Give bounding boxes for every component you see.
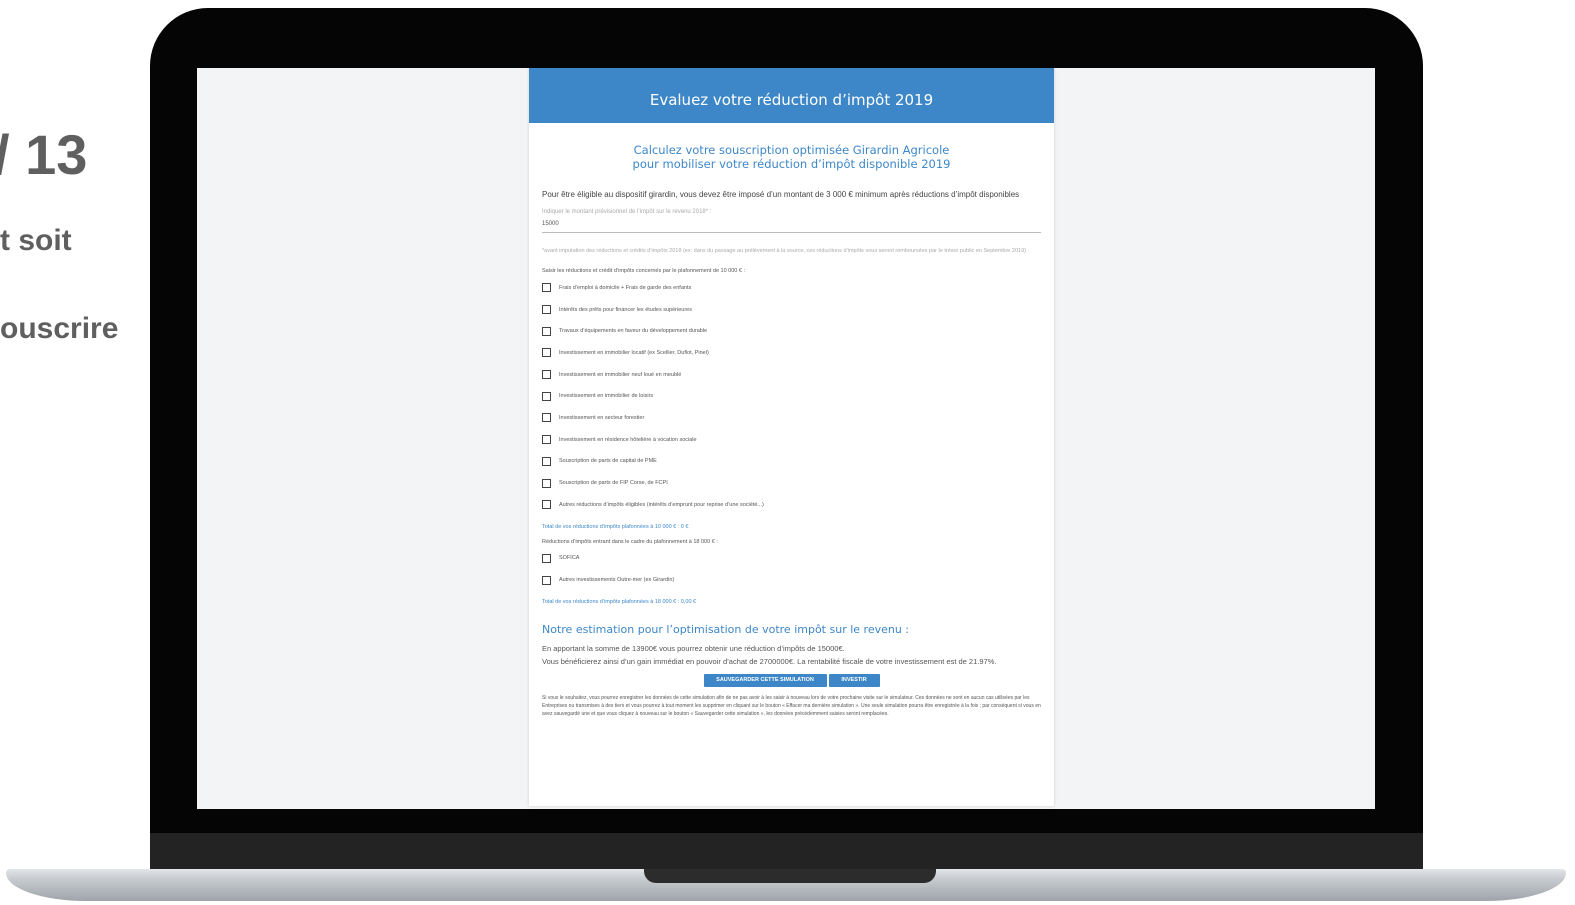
action-buttons: SAUVEGARDER CETTE SIMULATION INVESTIR <box>542 673 1041 687</box>
checkbox-row[interactable]: Souscription de parts de FIP Corse, de F… <box>542 472 1041 494</box>
checkbox[interactable] <box>542 326 551 336</box>
checkbox-row[interactable]: Investissement en résidence hôtelière à … <box>542 429 1041 451</box>
checkbox[interactable] <box>542 478 551 488</box>
checkbox[interactable] <box>542 500 551 510</box>
checkbox-label: Intérêts des prêts pour financer les étu… <box>559 306 692 313</box>
slide-page-number: / 13 <box>0 123 88 186</box>
checkbox-row[interactable]: Travaux d’équipements en faveur du dével… <box>542 320 1041 342</box>
slide-text-line-1: t soit <box>0 224 72 257</box>
checkbox-row[interactable]: Investissement en immobilier locatif (ex… <box>542 342 1041 364</box>
estimate-title: Notre estimation pour l’optimisation de … <box>542 622 910 636</box>
checkbox-label: Autres réductions d’impôts éligibles (in… <box>559 501 764 508</box>
invest-button[interactable]: INVESTIR <box>828 673 880 687</box>
checkbox-label: Investissement en secteur forestier <box>559 414 645 421</box>
checkbox[interactable] <box>542 413 551 423</box>
estimate-result: En apportant la somme de 13900€ vous pou… <box>542 642 1041 668</box>
checkbox[interactable] <box>542 348 551 358</box>
ceiling-18000-label: Réductions d’impôts entrant dans le cadr… <box>542 538 718 545</box>
checkbox-list-18000: SOFICA Autres investissements Outre-mer … <box>542 548 1041 591</box>
checkbox-row[interactable]: Investissement en secteur forestier <box>542 407 1041 429</box>
eligibility-text: Pour être éligible au dispositif girardi… <box>542 190 1020 199</box>
tax-amount-label: Indiquer le montant prévisionnel de l’im… <box>542 209 712 215</box>
laptop-screen: Evaluez votre réduction d’impôt 2019 Cal… <box>197 68 1375 809</box>
checkbox-label: Investissement en résidence hôtelière à … <box>559 436 697 443</box>
checkbox[interactable] <box>542 575 551 585</box>
legal-notice: Si vous le souhaitez, vous pourrez enreg… <box>542 694 1041 717</box>
simulator-card: Evaluez votre réduction d’impôt 2019 Cal… <box>529 68 1054 806</box>
tax-note: *avant imputation des réductions et créd… <box>542 248 1026 254</box>
checkbox[interactable] <box>542 391 551 401</box>
checkbox[interactable] <box>542 305 551 315</box>
slide-text-line-2: ouscrire <box>0 312 119 345</box>
checkbox-row[interactable]: Frais d’emploi à domicile + Frais de gar… <box>542 277 1041 299</box>
checkbox-row[interactable]: Souscription de parts de capital de PME <box>542 451 1041 473</box>
checkbox-label: Souscription de parts de capital de PME <box>559 458 657 465</box>
laptop-bezel <box>150 833 1423 873</box>
subtitle-line-2: pour mobiliser votre réduction d’impôt d… <box>632 157 951 171</box>
total-10000: Total de vos réductions d’impôts plafonn… <box>542 523 689 530</box>
subtitle-line-1: Calculez votre souscription optimisée Gi… <box>633 143 950 157</box>
estimate-line-1: En apportant la somme de 13900€ vous pou… <box>542 643 845 653</box>
save-simulation-button[interactable]: SAUVEGARDER CETTE SIMULATION <box>703 673 827 687</box>
checkbox-row[interactable]: Intérêts des prêts pour financer les étu… <box>542 299 1041 321</box>
checkbox[interactable] <box>542 370 551 380</box>
checkbox-label: Investissement en immobilier neuf loué e… <box>559 371 682 378</box>
checkbox-label: Travaux d’équipements en faveur du dével… <box>559 328 708 335</box>
checkbox-label: Frais d’emploi à domicile + Frais de gar… <box>559 284 692 291</box>
checkbox-label: Investissement en immobilier de loisirs <box>559 393 654 400</box>
simulator-body: Calculez votre souscription optimisée Gi… <box>529 143 1054 809</box>
laptop-notch <box>644 869 936 883</box>
ceiling-10000-label: Saisir les réductions et crédit d’impôts… <box>542 268 746 274</box>
checkbox[interactable] <box>542 435 551 445</box>
simulator-header: Evaluez votre réduction d’impôt 2019 <box>529 68 1054 123</box>
checkbox-row[interactable]: Investissement en immobilier neuf loué e… <box>542 364 1041 386</box>
checkbox-label: Souscription de parts de FIP Corse, de F… <box>559 480 668 487</box>
estimate-line-2: Vous bénéficierez ainsi d’un gain immédi… <box>542 656 997 666</box>
checkbox-label: Investissement en immobilier locatif (ex… <box>559 349 709 356</box>
total-18000: Total de vos réductions d’impôts plafonn… <box>542 598 697 605</box>
checkbox-row[interactable]: Autres réductions d’impôts éligibles (in… <box>542 494 1041 516</box>
checkbox-row[interactable]: Autres investissements Outre-mer (ex Gir… <box>542 569 1041 591</box>
checkbox-row[interactable]: SOFICA <box>542 548 1041 570</box>
checkbox[interactable] <box>542 456 551 466</box>
checkbox-row[interactable]: Investissement en immobilier de loisirs <box>542 385 1041 407</box>
checkbox-label: Autres investissements Outre-mer (ex Gir… <box>559 577 675 584</box>
checkbox-list-10000: Frais d’emploi à domicile + Frais de gar… <box>542 277 1041 516</box>
checkbox[interactable] <box>542 283 551 293</box>
tax-amount-input[interactable]: 15000 <box>542 221 1041 233</box>
checkbox-label: SOFICA <box>559 555 580 562</box>
simulator-subtitle: Calculez votre souscription optimisée Gi… <box>542 143 1041 171</box>
checkbox[interactable] <box>542 553 551 563</box>
